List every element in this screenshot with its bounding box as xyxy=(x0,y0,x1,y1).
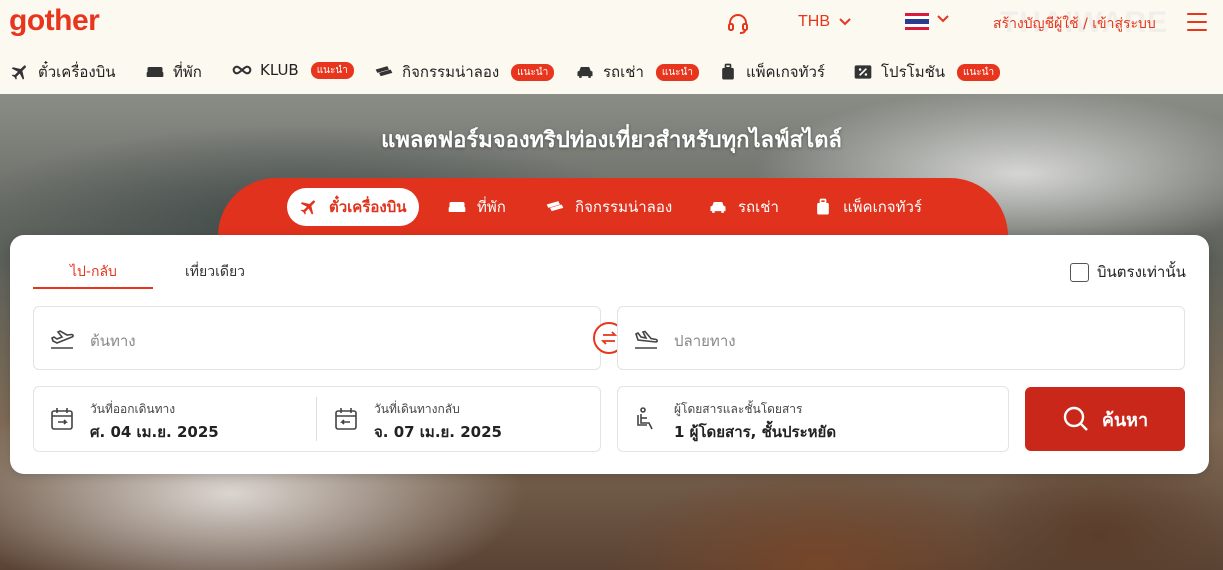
takeoff-icon xyxy=(51,330,74,349)
tab-car-rental[interactable]: รถเช่า xyxy=(696,188,791,226)
calendar-return-icon xyxy=(335,408,357,430)
dates-field: วันที่ออกเดินทาง ศ. 04 เม.ย. 2025 วันที่… xyxy=(33,386,601,452)
tab-flights[interactable]: ตั๋วเครื่องบิน xyxy=(287,188,419,226)
suitcase-icon xyxy=(817,198,829,215)
depart-date-value: ศ. 04 เม.ย. 2025 xyxy=(90,423,219,441)
recommended-badge: แนะนำ xyxy=(655,63,699,81)
subnav-label: ตั๋วเครื่องบิน xyxy=(38,63,116,81)
subnav-label: รถเช่า xyxy=(603,63,644,81)
bed-icon xyxy=(448,202,466,212)
tab-label: ตั๋วเครื่องบิน xyxy=(329,198,407,216)
origin-field[interactable]: ต้นทาง xyxy=(33,306,601,370)
direct-flights-checkbox[interactable] xyxy=(1070,262,1089,282)
thai-flag-icon[interactable] xyxy=(905,13,929,30)
tab-label: รถเช่า xyxy=(738,198,779,216)
direct-flights-toggle[interactable]: บินตรงเท่านั้น xyxy=(1070,260,1186,284)
subnav-label: กิจกรรมน่าลอง xyxy=(402,63,500,81)
recommended-badge: แนะนำ xyxy=(310,61,354,79)
tab-activities[interactable]: กิจกรรมน่าลอง xyxy=(533,188,684,226)
date-divider xyxy=(316,397,317,441)
chevron-down-icon xyxy=(839,18,851,26)
recommended-badge: แนะนำ xyxy=(957,63,1001,81)
subnav-label: ที่พัก xyxy=(173,63,202,81)
swap-arrows-icon xyxy=(600,331,618,345)
depart-date-label: วันที่ออกเดินทาง xyxy=(90,402,176,416)
search-button-label: ค้นหา xyxy=(1101,409,1149,431)
chevron-down-icon[interactable] xyxy=(936,14,950,24)
subnav-label: KLUB xyxy=(260,61,299,79)
hamburger-menu-icon[interactable] xyxy=(1187,13,1207,31)
currency-label: THB xyxy=(798,13,830,30)
bed-icon xyxy=(146,67,164,77)
infinity-icon xyxy=(232,65,252,75)
return-date-label: วันที่เดินทางกลับ xyxy=(374,402,460,416)
ticket-icon xyxy=(375,66,393,77)
search-button[interactable]: ค้นหา xyxy=(1025,387,1185,451)
depart-date-picker[interactable]: วันที่ออกเดินทาง ศ. 04 เม.ย. 2025 xyxy=(34,387,316,451)
auth-link[interactable]: สร้างบัญชีผู้ใช้ / เข้าสู่ระบบ xyxy=(993,13,1156,35)
direct-flights-label: บินตรงเท่านั้น xyxy=(1097,263,1186,281)
destination-field[interactable]: ปลายทาง xyxy=(617,306,1185,370)
subnav-item-klub[interactable]: KLUB แนะนำ xyxy=(232,60,354,80)
tab-hotels[interactable]: ที่พัก xyxy=(435,188,518,226)
landing-icon xyxy=(635,330,658,349)
return-date-value: จ. 07 เม.ย. 2025 xyxy=(374,423,502,441)
origin-placeholder: ต้นทาง xyxy=(90,332,136,350)
car-icon xyxy=(710,202,726,213)
recommended-badge: แนะนำ xyxy=(511,63,555,81)
headset-icon[interactable] xyxy=(726,11,750,35)
gother-logo[interactable]: gother xyxy=(9,4,100,38)
tab-label: กิจกรรมน่าลอง xyxy=(575,198,673,216)
subnav-item-promotions[interactable]: โปรโมชัน แนะนำ xyxy=(853,60,1001,84)
calendar-depart-icon xyxy=(51,408,73,430)
active-tab-indicator xyxy=(33,287,153,289)
tab-label: ที่พัก xyxy=(477,198,506,216)
subnav-item-tours[interactable]: แพ็คเกจทัวร์ xyxy=(718,60,825,84)
passenger-label: ผู้โดยสารและชั้นโดยสาร xyxy=(674,402,803,416)
passenger-value: 1 ผู้โดยสาร, ชั้นประหยัด xyxy=(674,423,837,441)
destination-placeholder: ปลายทาง xyxy=(674,332,736,350)
passenger-class-selector[interactable]: ผู้โดยสารและชั้นโดยสาร 1 ผู้โดยสาร, ชั้น… xyxy=(617,386,1009,452)
ticket-icon xyxy=(546,201,564,212)
trip-type-one-way[interactable]: เที่ยวเดียว xyxy=(185,261,245,283)
seat-icon xyxy=(637,407,653,430)
top-header: gother THB THAIWARE สร้างบัญชีผู้ใช้ / เ… xyxy=(0,0,1223,46)
plane-icon xyxy=(300,200,315,215)
tab-label: แพ็คเกจทัวร์ xyxy=(843,198,922,216)
search-icon xyxy=(1063,406,1088,431)
suitcase-icon xyxy=(722,63,734,80)
plane-icon xyxy=(11,65,26,80)
currency-selector[interactable]: THB xyxy=(798,13,852,31)
category-nav: ตั๋วเครื่องบิน ที่พัก KLUB แนะนำ กิจกรรม… xyxy=(0,46,1223,94)
flight-search-card: ไป-กลับ เที่ยวเดียว บินตรงเท่านั้น ต้นทา… xyxy=(10,235,1209,474)
subnav-label: โปรโมชัน xyxy=(881,63,946,81)
subnav-item-hotels[interactable]: ที่พัก xyxy=(145,60,202,84)
tab-tours[interactable]: แพ็คเกจทัวร์ xyxy=(801,188,934,226)
return-date-picker[interactable]: วันที่เดินทางกลับ จ. 07 เม.ย. 2025 xyxy=(318,387,600,451)
subnav-label: แพ็คเกจทัวร์ xyxy=(746,63,825,81)
hero-title: แพลตฟอร์มจองทริปท่องเที่ยวสำหรับทุกไลฟ์ส… xyxy=(381,128,842,153)
trip-type-round-trip[interactable]: ไป-กลับ xyxy=(70,261,117,283)
subnav-item-activities[interactable]: กิจกรรมน่าลอง แนะนำ xyxy=(374,60,555,84)
hero-product-tabs: ตั๋วเครื่องบิน ที่พัก กิจกรรมน่าลอง รถเช… xyxy=(218,178,1008,236)
subnav-item-flights[interactable]: ตั๋วเครื่องบิน xyxy=(10,60,116,84)
subnav-item-car-rental[interactable]: รถเช่า แนะนำ xyxy=(575,60,699,84)
percent-icon xyxy=(854,65,872,79)
car-icon xyxy=(577,67,593,78)
